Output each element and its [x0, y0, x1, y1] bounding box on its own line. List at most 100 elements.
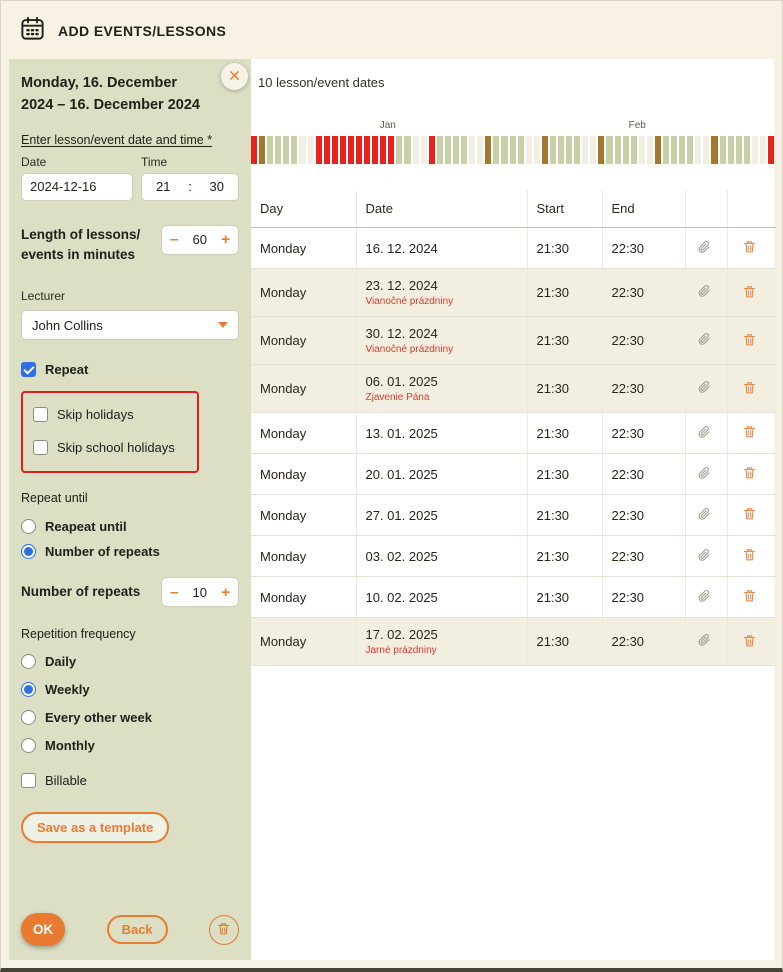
- lesson-date: 13. 01. 2025: [365, 425, 438, 441]
- length-decrement-button[interactable]: –: [170, 232, 178, 247]
- skip-holidays-checkbox[interactable]: Skip holidays: [33, 407, 187, 422]
- lesson-day: Monday: [251, 364, 357, 413]
- lecturer-label: Lecturer: [21, 289, 66, 303]
- lesson-row: Monday 06. 01. 2025 Zjavenie Pána 21:30 …: [251, 364, 776, 413]
- delete-row-button[interactable]: [740, 282, 759, 304]
- radio-repeat-until[interactable]: Reapeat until: [21, 519, 239, 534]
- lesson-date: 06. 01. 2025: [365, 374, 438, 389]
- checkbox-checked-icon: [21, 362, 36, 377]
- radio-number-of-repeats[interactable]: Number of repeats: [21, 544, 239, 559]
- repeats-label: Number of repeats: [21, 583, 141, 599]
- add-events-dialog: ADD EVENTS/LESSONS Monday, 16. December …: [0, 0, 783, 972]
- radio-icon: [21, 519, 36, 534]
- lesson-day: Monday: [251, 576, 357, 618]
- timeline-day-stripe: [525, 136, 532, 164]
- timeline-day-stripe: [267, 136, 274, 164]
- skip-options-highlight-box: Skip holidays Skip school holidays: [21, 391, 199, 473]
- attachment-button[interactable]: [695, 378, 713, 399]
- length-increment-button[interactable]: +: [221, 232, 230, 247]
- timeline-day-stripe: [275, 136, 282, 164]
- timeline-strip: [251, 136, 775, 164]
- time-input[interactable]: 21 : 30: [141, 172, 239, 201]
- delete-cell: [727, 268, 776, 317]
- lecturer-select[interactable]: John Collins: [21, 310, 239, 340]
- lesson-start: 21:30: [527, 453, 603, 495]
- lesson-date-cell: 13. 01. 2025: [356, 412, 528, 454]
- timeline-day-stripe: [566, 136, 573, 164]
- frequency-option-every-other-week[interactable]: Every other week: [21, 710, 239, 725]
- holiday-note: Jarné prázdniny: [365, 645, 437, 656]
- timeline-day-stripe: [695, 136, 702, 164]
- paperclip-icon: [697, 633, 711, 650]
- frequency-weekly-label: Weekly: [45, 682, 90, 697]
- billable-checkbox[interactable]: Billable: [21, 773, 239, 788]
- trash-icon: [742, 547, 757, 565]
- trash-icon: [742, 633, 757, 651]
- delete-all-button[interactable]: [208, 914, 239, 945]
- delete-row-button[interactable]: [740, 237, 759, 259]
- lesson-start: 21:30: [527, 494, 603, 536]
- repeats-value: 10: [192, 584, 208, 600]
- attachment-button[interactable]: [695, 282, 713, 303]
- timeline-day-stripe: [412, 136, 419, 164]
- lesson-date-cell: 06. 01. 2025 Zjavenie Pána: [356, 364, 528, 413]
- timeline-day-stripe: [768, 136, 775, 164]
- lesson-date-cell: 03. 02. 2025: [356, 535, 528, 577]
- attachment-button[interactable]: [695, 505, 713, 526]
- timeline-day-stripe: [687, 136, 694, 164]
- attachment-button[interactable]: [695, 464, 713, 485]
- timeline-month-label: Jan: [379, 120, 396, 131]
- timeline-day-stripe: [444, 136, 451, 164]
- delete-row-button[interactable]: [740, 504, 759, 526]
- skip-school-holidays-checkbox[interactable]: Skip school holidays: [33, 440, 187, 455]
- lesson-date: 20. 01. 2025: [365, 466, 438, 482]
- frequency-monthly-label: Monthly: [45, 738, 95, 753]
- repeats-decrement-button[interactable]: –: [170, 585, 178, 600]
- timeline-day-stripe: [469, 136, 476, 164]
- date-input[interactable]: [21, 172, 133, 201]
- delete-row-button[interactable]: [740, 463, 759, 485]
- timeline-day-stripe: [493, 136, 500, 164]
- attachment-button[interactable]: [695, 330, 713, 351]
- timeline-day-stripe: [404, 136, 411, 164]
- trash-icon: [742, 332, 757, 350]
- timeline-day-stripe: [315, 136, 322, 164]
- trash-icon: [742, 380, 757, 398]
- attachment-button[interactable]: [695, 631, 713, 652]
- timeline-month-labels: Jan Feb: [251, 120, 774, 133]
- attachment-button[interactable]: [695, 587, 713, 608]
- delete-row-button[interactable]: [740, 545, 759, 567]
- attachment-button[interactable]: [695, 238, 713, 259]
- col-header-end: End: [602, 190, 686, 228]
- attachment-button[interactable]: [695, 546, 713, 567]
- delete-row-button[interactable]: [740, 422, 759, 444]
- repeat-checkbox[interactable]: Repeat: [21, 362, 239, 377]
- delete-row-button[interactable]: [740, 330, 759, 352]
- close-button[interactable]: [221, 63, 248, 90]
- lesson-date: 27. 01. 2025: [365, 507, 438, 523]
- datetime-section-label: Enter lesson/event date and time *: [21, 132, 213, 147]
- lesson-start: 21:30: [527, 268, 603, 317]
- lesson-count-text: 10 lesson/event dates: [258, 75, 385, 90]
- timeline-day-stripe: [606, 136, 613, 164]
- timeline-day-stripe: [582, 136, 589, 164]
- timeline-day-stripe: [574, 136, 581, 164]
- repeats-increment-button[interactable]: +: [221, 585, 230, 600]
- save-as-template-button[interactable]: Save as a template: [21, 812, 170, 843]
- frequency-option-monthly[interactable]: Monthly: [21, 738, 239, 753]
- ok-button[interactable]: OK: [21, 913, 66, 946]
- frequency-option-daily[interactable]: Daily: [21, 654, 239, 669]
- delete-row-button[interactable]: [740, 631, 759, 653]
- delete-row-button[interactable]: [740, 378, 759, 400]
- lesson-end: 22:30: [602, 316, 686, 365]
- delete-cell: [727, 453, 776, 495]
- lesson-start: 21:30: [527, 617, 603, 666]
- frequency-option-weekly[interactable]: Weekly: [21, 682, 239, 697]
- delete-row-button[interactable]: [740, 586, 759, 608]
- lesson-date-cell: 20. 01. 2025: [356, 453, 528, 495]
- trash-icon: [742, 506, 757, 524]
- back-button[interactable]: Back: [106, 915, 168, 944]
- timeline-day-stripe: [461, 136, 468, 164]
- attachment-button[interactable]: [695, 423, 713, 444]
- lesson-table-body: Monday 16. 12. 2024 21:30 22:30 Monday 2…: [251, 227, 776, 666]
